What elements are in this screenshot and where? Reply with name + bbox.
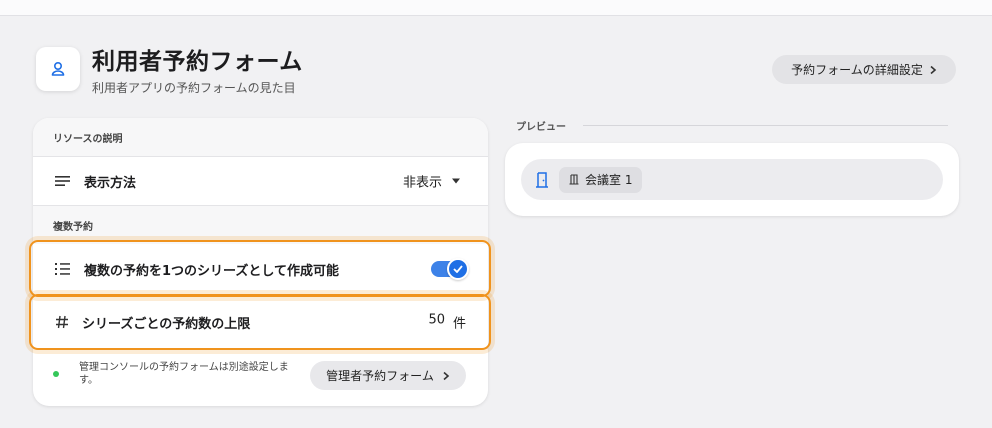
- door-icon: [536, 171, 548, 188]
- series-limit-value: 50: [428, 312, 445, 328]
- divider: [33, 348, 488, 349]
- preview-divider: [583, 125, 948, 126]
- room-label: 会議室 1: [585, 173, 633, 187]
- detail-settings-button[interactable]: 予約フォームの詳細設定: [772, 55, 956, 84]
- lines-icon: [55, 176, 70, 186]
- footer-note: 管理コンソールの予約フォームは別途設定します。: [53, 361, 303, 387]
- resource-field[interactable]: 会議室 1: [521, 159, 943, 200]
- section-heading-resource: リソースの説明: [33, 118, 488, 156]
- footer-note-text: 管理コンソールの予約フォームは別途設定します。: [79, 362, 289, 386]
- series-limit-field[interactable]: 50 件: [428, 313, 466, 332]
- user-icon-tile: [36, 47, 80, 91]
- room-icon: [569, 174, 579, 185]
- display-method-row: 表示方法 非表示: [33, 157, 488, 205]
- preview-card: 会議室 1: [505, 143, 959, 216]
- series-toggle-row: 複数の予約を1つのシリーズとして作成可能: [33, 244, 488, 294]
- display-method-dropdown[interactable]: 非表示: [403, 172, 460, 191]
- room-tag: 会議室 1: [559, 166, 643, 193]
- page-subtitle: 利用者アプリの予約フォームの見た目: [92, 81, 296, 95]
- display-method-label: 表示方法: [84, 175, 137, 191]
- top-bar: [0, 0, 992, 16]
- series-toggle-label: 複数の予約を1つのシリーズとして作成可能: [84, 263, 340, 279]
- series-limit-label: シリーズごとの予約数の上限: [82, 316, 251, 332]
- series-limit-row: シリーズごとの予約数の上限 50 件: [33, 296, 488, 348]
- hash-icon: [56, 315, 68, 329]
- check-icon: [453, 265, 463, 273]
- preview-label: プレビュー: [516, 122, 566, 133]
- user-icon: [51, 61, 65, 76]
- display-method-value: 非表示: [402, 175, 442, 191]
- detail-settings-label: 予約フォームの詳細設定: [791, 63, 923, 77]
- caret-down-icon: [452, 178, 460, 184]
- admin-form-button[interactable]: 管理者予約フォーム: [310, 361, 466, 390]
- admin-form-label: 管理者予約フォーム: [326, 369, 434, 383]
- series-limit-unit: 件: [452, 316, 466, 332]
- status-dot: [53, 371, 59, 377]
- chevron-right-icon: [930, 65, 937, 74]
- section-heading-multiple: 複数予約: [33, 206, 488, 244]
- toggle-knob: [447, 258, 469, 280]
- series-toggle[interactable]: [431, 258, 469, 280]
- chevron-right-icon: [443, 371, 450, 380]
- page-title: 利用者予約フォーム: [92, 49, 303, 75]
- numbered-list-icon: [55, 263, 70, 275]
